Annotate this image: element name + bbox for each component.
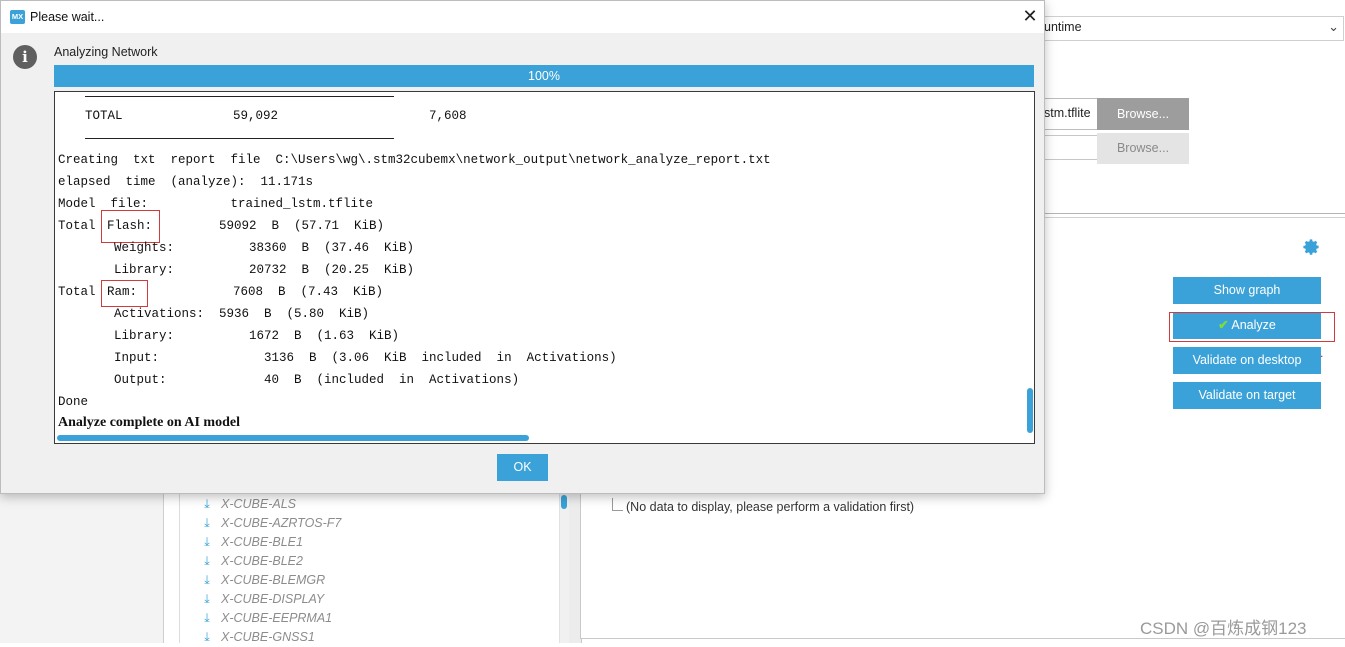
browse-secondary-button[interactable]: Browse... bbox=[1097, 133, 1189, 164]
show-graph-button[interactable]: Show graph bbox=[1173, 277, 1321, 304]
log-total-flash: 59,092 bbox=[233, 109, 279, 123]
log-complete: Analyze complete on AI model bbox=[58, 415, 240, 430]
panel-divider bbox=[163, 493, 164, 643]
validate-target-button[interactable]: Validate on target bbox=[1173, 382, 1321, 409]
section-divider bbox=[1040, 213, 1345, 214]
runtime-select[interactable]: untime ⌄ bbox=[1040, 16, 1344, 41]
mx-logo-icon: MX bbox=[10, 10, 25, 24]
dialog-title-bar bbox=[1, 1, 1044, 33]
gear-icon[interactable] bbox=[1300, 236, 1322, 258]
info-icon: i bbox=[13, 45, 37, 69]
download-icon: ⤓ bbox=[204, 535, 210, 549]
log-total-word: Total bbox=[58, 285, 96, 299]
validate-desktop-button[interactable]: Validate on desktop bbox=[1173, 347, 1321, 374]
download-icon: ⤓ bbox=[204, 516, 210, 530]
log-line: Library: 20732 B (20.25 KiB) bbox=[114, 263, 415, 277]
table-rule bbox=[85, 138, 394, 139]
log-line: elapsed time (analyze): 11.171s bbox=[58, 175, 314, 189]
download-icon: ⤓ bbox=[204, 592, 210, 606]
status-message: Analyzing Network bbox=[54, 45, 158, 59]
log-ram-value: 7608 B (7.43 KiB) bbox=[233, 285, 384, 299]
watermark: CSDN @百炼成钢123 bbox=[1140, 619, 1307, 638]
model-file-input[interactable]: stm.tflite bbox=[1040, 98, 1098, 130]
list-item[interactable]: ⤓ X-CUBE-BLEMGR bbox=[200, 571, 325, 590]
log-flash-value: 59092 B (57.71 KiB) bbox=[219, 219, 385, 233]
log-vertical-scrollbar-thumb[interactable] bbox=[1027, 388, 1033, 433]
browse-model-button[interactable]: Browse... bbox=[1097, 98, 1189, 130]
list-item[interactable]: ⤓ X-CUBE-BLE2 bbox=[200, 552, 303, 571]
chevron-down-icon: ⌄ bbox=[1328, 19, 1339, 34]
log-line: Input: 3136 B (3.06 KiB included in Acti… bbox=[114, 351, 617, 365]
analysis-log: TOTAL 59,092 7,608 Creating txt report f… bbox=[54, 91, 1035, 444]
runtime-select-value: untime bbox=[1044, 20, 1082, 34]
list-item[interactable]: ⤓ X-CUBE-GNSS1 bbox=[200, 628, 315, 647]
log-line: Weights: 38360 B (37.46 KiB) bbox=[114, 241, 415, 255]
table-rule bbox=[85, 96, 394, 97]
download-icon: ⤓ bbox=[204, 630, 210, 644]
download-icon: ⤓ bbox=[204, 611, 210, 625]
log-line: Creating txt report file C:\Users\wg\.st… bbox=[58, 153, 771, 167]
log-total-ram: 7,608 bbox=[429, 109, 467, 123]
left-sidebar bbox=[0, 493, 163, 643]
analyze-highlight-box bbox=[1169, 312, 1335, 342]
download-icon: ⤓ bbox=[204, 497, 210, 511]
log-line: Done bbox=[58, 395, 89, 409]
ram-highlight-box bbox=[101, 280, 148, 307]
list-item[interactable]: ⤓ X-CUBE-BLE1 bbox=[200, 533, 303, 552]
please-wait-dialog: MX Please wait... ✕ i Analyzing Network … bbox=[0, 0, 1045, 494]
log-total-label: TOTAL bbox=[85, 109, 123, 123]
section-divider bbox=[1040, 217, 1345, 218]
model-file-value: stm.tflite bbox=[1044, 106, 1091, 120]
log-total-word: Total bbox=[58, 219, 96, 233]
tree-connector bbox=[612, 498, 623, 511]
log-line: Model file: trained_lstm.tflite bbox=[58, 197, 374, 211]
list-item[interactable]: ⤓ X-CUBE-AZRTOS-F7 bbox=[200, 514, 341, 533]
log-line: Library: 1672 B (1.63 KiB) bbox=[114, 329, 400, 343]
ok-button[interactable]: OK bbox=[497, 454, 548, 481]
progress-label: 100% bbox=[528, 69, 560, 83]
flash-highlight-box bbox=[101, 210, 160, 243]
list-item[interactable]: ⤓ X-CUBE-ALS bbox=[200, 495, 296, 514]
packs-scrollbar-thumb[interactable] bbox=[561, 495, 567, 509]
download-icon: ⤓ bbox=[204, 554, 210, 568]
log-horizontal-scrollbar-thumb[interactable] bbox=[57, 435, 529, 441]
log-line: Activations: 5936 B (5.80 KiB) bbox=[114, 307, 370, 321]
log-line: Output: 40 B (included in Activations) bbox=[114, 373, 520, 387]
list-item[interactable]: ⤓ X-CUBE-DISPLAY bbox=[200, 590, 324, 609]
dialog-title: Please wait... bbox=[30, 10, 105, 24]
close-icon[interactable]: ✕ bbox=[1019, 5, 1041, 27]
list-item[interactable]: ⤓ X-CUBE-EEPRMA1 bbox=[200, 609, 332, 628]
no-data-message: (No data to display, please perform a va… bbox=[626, 500, 915, 514]
download-icon: ⤓ bbox=[204, 573, 210, 587]
secondary-file-input[interactable] bbox=[1040, 135, 1098, 160]
